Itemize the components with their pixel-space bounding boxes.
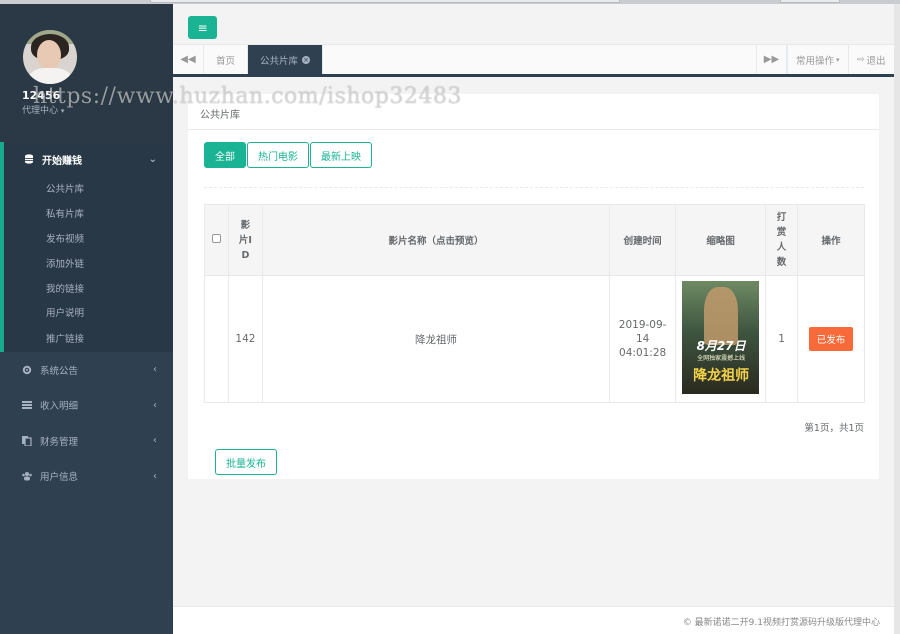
tab-public-library[interactable]: 公共片库 × bbox=[248, 45, 324, 74]
window-control bbox=[780, 0, 840, 3]
sidebar-item-public-library[interactable]: 公共片库 bbox=[4, 176, 173, 201]
topbar: ≡ bbox=[173, 4, 900, 45]
users-icon bbox=[22, 471, 32, 481]
table-row: 142 降龙祖师 2019-09-14 04:01:28 8月27日 全网独家震… bbox=[204, 275, 865, 403]
batch-publish-button[interactable]: 批量发布 bbox=[215, 449, 277, 475]
sidebar-item-private-library[interactable]: 私有片库 bbox=[4, 201, 173, 226]
sidebar-item-add-external-link[interactable]: 添加外链 bbox=[4, 250, 173, 275]
logout-button[interactable]: ⇨ 退出 bbox=[848, 45, 894, 74]
sidebar-item-publish-video[interactable]: 发布视频 bbox=[4, 226, 173, 251]
menu-toggle-button[interactable]: ≡ bbox=[188, 16, 217, 39]
role-dropdown[interactable]: 代理中心 ▾ bbox=[22, 103, 64, 116]
row-select-cell bbox=[204, 275, 229, 403]
col-id: 影片ID bbox=[227, 204, 263, 276]
content-area: 公共片库 全部 热门电影 最新上映 影片ID 影片名称（点击预览） 创建时间 缩… bbox=[173, 77, 900, 606]
pagination-info: 第1页，共1页 bbox=[804, 423, 864, 434]
sign-out-icon: ⇨ bbox=[857, 54, 865, 65]
sidebar-item-user-info[interactable]: 用户信息 ‹ bbox=[0, 458, 173, 494]
role-label: 代理中心 bbox=[22, 106, 59, 116]
sidebar-item-my-links[interactable]: 我的链接 bbox=[4, 275, 173, 300]
gear-icon bbox=[22, 365, 32, 375]
select-all-checkbox[interactable] bbox=[211, 234, 221, 243]
username: 12456 bbox=[22, 89, 61, 102]
divider bbox=[204, 187, 864, 188]
database-icon bbox=[24, 154, 34, 164]
scrollbar[interactable] bbox=[894, 4, 900, 634]
cell-action: 已发布 bbox=[797, 275, 865, 403]
hamburger-icon: ≡ bbox=[197, 20, 208, 35]
poster-date: 8月27日 bbox=[696, 339, 746, 353]
tab-label: 公共片库 bbox=[260, 55, 299, 67]
chevron-left-icon: ‹ bbox=[153, 364, 157, 376]
panel-title: 公共片库 bbox=[188, 94, 879, 130]
movie-poster[interactable]: 8月27日 全网独家震撼上线 降龙祖师 bbox=[682, 281, 760, 394]
col-id-label: 影片ID bbox=[238, 219, 252, 261]
list-icon bbox=[22, 400, 32, 410]
profile-area: 12456 代理中心 ▾ bbox=[0, 4, 173, 142]
sidebar-item-finance[interactable]: 财务管理 ‹ bbox=[0, 423, 173, 459]
cell-thumb: 8月27日 全网独家震撼上线 降龙祖师 bbox=[675, 275, 767, 403]
double-right-icon: ▶▶ bbox=[763, 54, 780, 65]
sidebar-item-promo-links[interactable]: 推广链接 bbox=[4, 325, 173, 352]
footer: © 最新诺诺二开9.1视频打赏源码升级版代理中心 bbox=[173, 606, 900, 634]
nav-label: 财务管理 bbox=[40, 436, 79, 448]
filter-latest-button[interactable]: 最新上映 bbox=[310, 142, 372, 168]
sidebar-item-announcements[interactable]: 系统公告 ‹ bbox=[0, 352, 173, 388]
table-header-row: 影片ID 影片名称（点击预览） 创建时间 缩略图 打赏人数 操作 bbox=[204, 204, 865, 276]
cell-id: 142 bbox=[227, 275, 263, 403]
common-ops-label: 常用操作 bbox=[796, 55, 835, 67]
poster-title: 降龙祖师 bbox=[693, 368, 750, 384]
sidebar-item-user-guide[interactable]: 用户说明 bbox=[4, 300, 173, 325]
tab-scroll-left-button[interactable]: ◀◀ bbox=[173, 45, 204, 74]
col-created: 创建时间 bbox=[609, 204, 677, 276]
nav-head-start-earning[interactable]: 开始赚钱 ⌄ bbox=[4, 142, 173, 176]
nav-label: 用户信息 bbox=[40, 472, 79, 484]
copy-icon bbox=[22, 435, 32, 447]
published-button[interactable]: 已发布 bbox=[808, 327, 854, 351]
poster-tagline: 全网独家震撼上线 bbox=[697, 355, 746, 362]
col-tips: 打赏人数 bbox=[765, 204, 799, 276]
caret-down-icon: ▾ bbox=[60, 107, 65, 115]
logout-label: 退出 bbox=[866, 55, 886, 67]
nav-head-label: 开始赚钱 bbox=[42, 155, 82, 167]
address-bar bbox=[150, 0, 620, 3]
filter-group: 全部 热门电影 最新上映 bbox=[204, 142, 373, 168]
col-tips-label: 打赏人数 bbox=[776, 212, 787, 268]
cell-created: 2019-09-14 04:01:28 bbox=[609, 275, 677, 403]
nav-label: 收入明细 bbox=[40, 401, 79, 413]
sidebar-item-income[interactable]: 收入明细 ‹ bbox=[0, 387, 173, 423]
double-left-icon: ◀◀ bbox=[180, 54, 196, 65]
col-thumb: 缩略图 bbox=[675, 204, 767, 276]
filter-all-button[interactable]: 全部 bbox=[204, 142, 246, 168]
avatar[interactable] bbox=[23, 30, 77, 84]
caret-down-icon: ▾ bbox=[836, 55, 840, 64]
cell-name-link[interactable]: 降龙祖师 bbox=[261, 275, 611, 403]
select-all-cell bbox=[204, 204, 229, 276]
chevron-left-icon: ‹ bbox=[153, 435, 157, 447]
tab-home[interactable]: 首页 bbox=[204, 45, 249, 74]
close-icon[interactable]: × bbox=[302, 55, 311, 64]
created-text: 2019-09-14 04:01:28 bbox=[618, 319, 667, 359]
tab-scroll-right-button[interactable]: ▶▶ bbox=[756, 45, 787, 74]
col-action: 操作 bbox=[797, 204, 865, 276]
sidebar: 12456 代理中心 ▾ 开始赚钱 ⌄ 公共片库 私有片库 发布视频 添加外链 … bbox=[0, 4, 173, 634]
nav-group-start-earning: 开始赚钱 ⌄ 公共片库 私有片库 发布视频 添加外链 我的链接 用户说明 推广链… bbox=[0, 142, 173, 352]
common-ops-dropdown[interactable]: 常用操作 ▾ bbox=[787, 45, 848, 74]
col-name: 影片名称（点击预览） bbox=[261, 204, 611, 276]
filter-hot-button[interactable]: 热门电影 bbox=[247, 142, 309, 168]
footer-text: © 最新诺诺二开9.1视频打赏源码升级版代理中心 bbox=[682, 618, 880, 628]
chevron-down-icon: ⌄ bbox=[148, 153, 157, 165]
movie-table: 影片ID 影片名称（点击预览） 创建时间 缩略图 打赏人数 操作 142 降龙祖… bbox=[204, 204, 865, 403]
tabs-row: ◀◀ 首页 公共片库 × ▶▶ 常用操作 ▾ ⇨ 退出 bbox=[173, 45, 900, 76]
cell-tips: 1 bbox=[765, 275, 799, 403]
chevron-left-icon: ‹ bbox=[153, 470, 157, 482]
library-panel: 公共片库 全部 热门电影 最新上映 影片ID 影片名称（点击预览） 创建时间 缩… bbox=[188, 94, 879, 479]
nav-label: 系统公告 bbox=[40, 365, 79, 377]
chevron-left-icon: ‹ bbox=[153, 399, 157, 411]
